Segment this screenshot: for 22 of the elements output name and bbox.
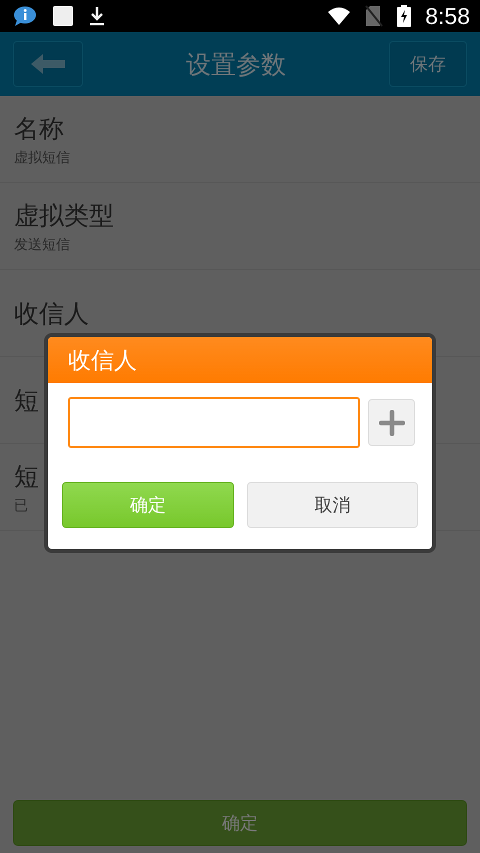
back-button[interactable] bbox=[13, 41, 83, 87]
download-icon bbox=[88, 5, 106, 27]
square-icon bbox=[52, 5, 74, 27]
info-bubble-icon bbox=[12, 5, 38, 27]
row-title: 虚拟类型 bbox=[14, 200, 114, 232]
battery-charging-icon bbox=[397, 5, 412, 27]
recipient-input-field[interactable] bbox=[68, 397, 360, 448]
row-title: 短 bbox=[14, 384, 39, 416]
page-title: 设置参数 bbox=[186, 48, 286, 80]
save-button[interactable]: 保存 bbox=[389, 41, 467, 87]
clock-time: 8:58 bbox=[425, 2, 470, 30]
confirm-button[interactable]: 确定 bbox=[13, 800, 467, 846]
cancel-button[interactable]: 取消 bbox=[246, 482, 418, 528]
arrow-left-icon bbox=[29, 53, 67, 75]
no-sim-icon bbox=[365, 5, 384, 27]
add-button[interactable] bbox=[368, 399, 415, 446]
wifi-icon bbox=[327, 6, 352, 26]
row-title: 短 bbox=[14, 460, 39, 492]
plus-icon bbox=[378, 410, 404, 436]
row-title: 名称 bbox=[14, 112, 64, 144]
row-title: 收信人 bbox=[14, 298, 89, 330]
confirm-button[interactable]: 确定 bbox=[62, 482, 234, 528]
